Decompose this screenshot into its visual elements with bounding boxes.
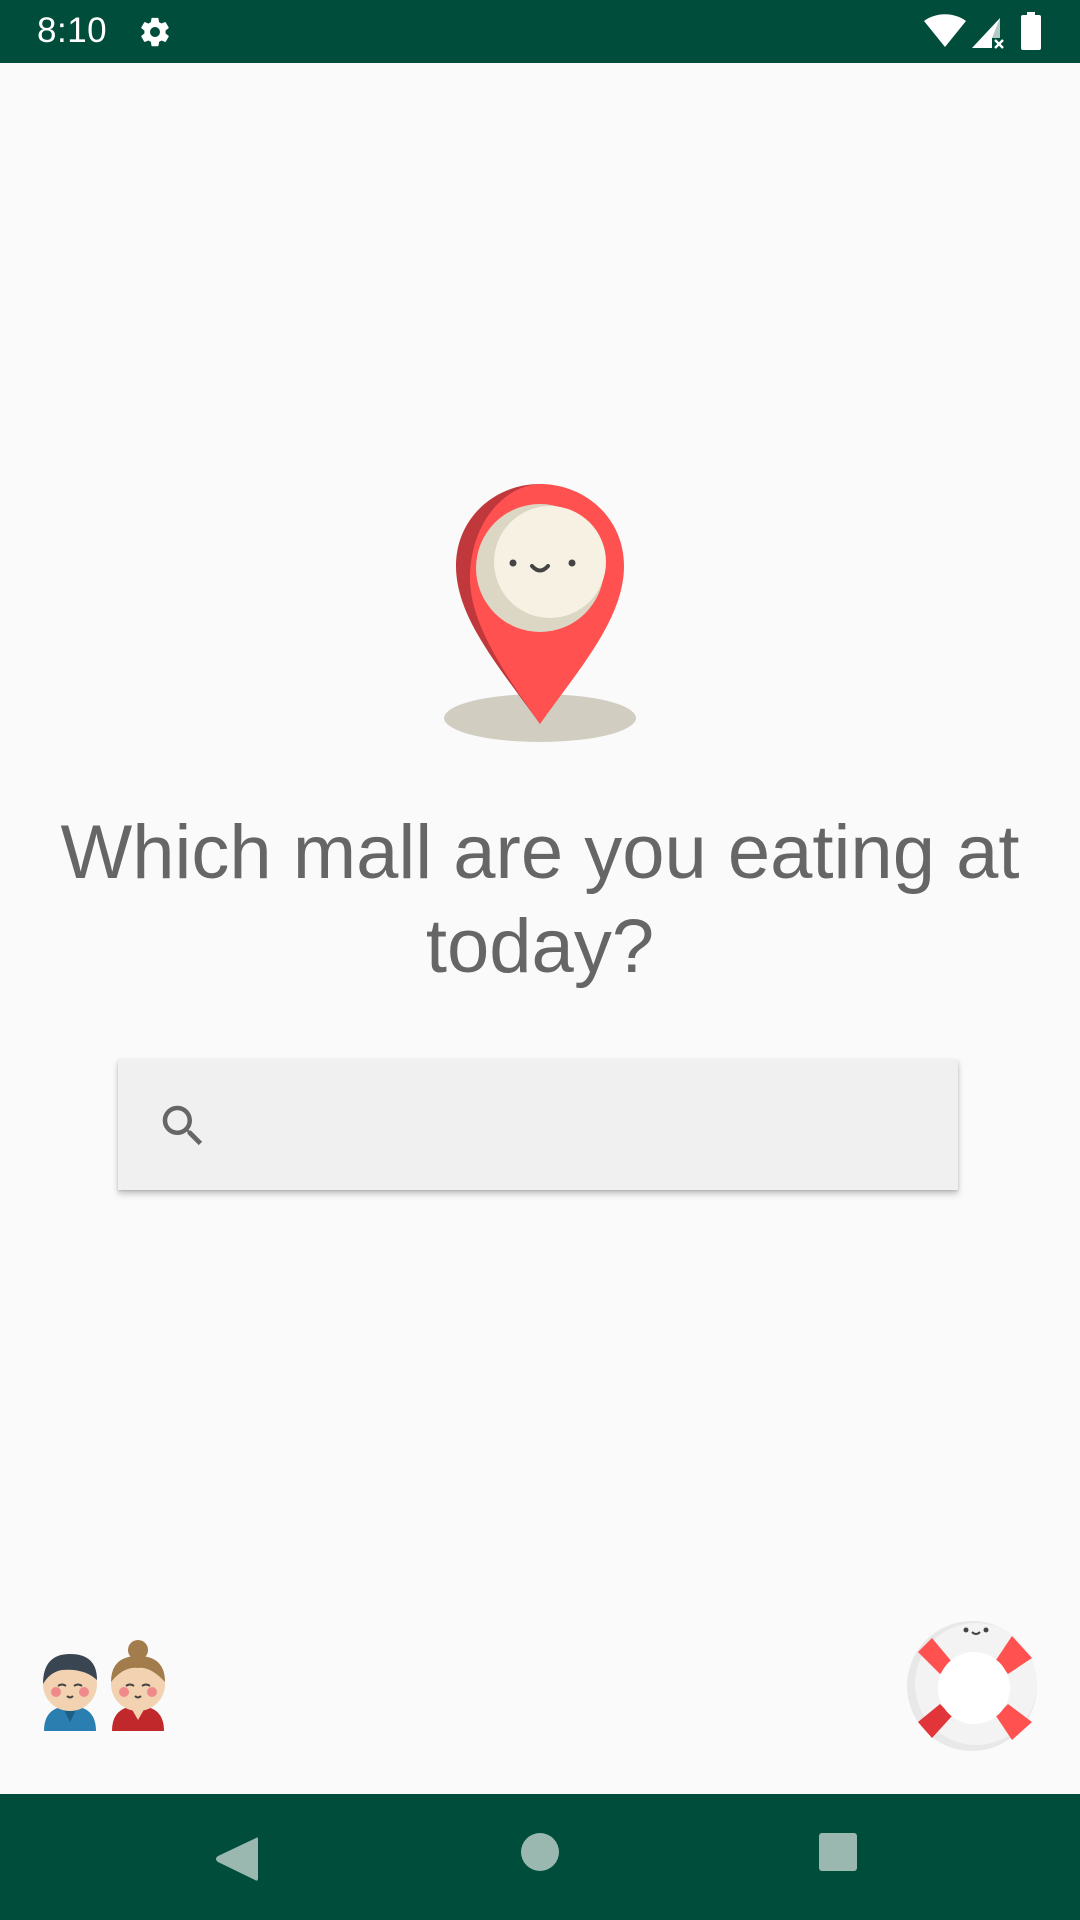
home-button[interactable] — [520, 1832, 560, 1872]
status-bar: 8:10 — [0, 0, 1080, 63]
navigation-bar — [0, 1794, 1080, 1920]
gear-icon — [141, 17, 169, 47]
recents-button[interactable] — [818, 1832, 858, 1872]
page-title: Which mall are you eating at today? — [60, 810, 1020, 989]
map-pin-icon — [444, 484, 636, 742]
couple-icon[interactable] — [38, 1636, 178, 1736]
search-input[interactable] — [238, 1079, 932, 1173]
battery-icon — [1021, 12, 1041, 50]
screen: 8:10 Which mall are you eating at today? — [0, 0, 1080, 1920]
search-box[interactable] — [118, 1059, 958, 1190]
wifi-icon — [924, 14, 966, 47]
search-icon — [162, 1105, 203, 1146]
back-button[interactable] — [212, 1834, 260, 1884]
lifebuoy-icon[interactable] — [904, 1618, 1040, 1754]
status-time: 8:10 — [37, 11, 108, 50]
signal-icon — [972, 18, 1004, 49]
